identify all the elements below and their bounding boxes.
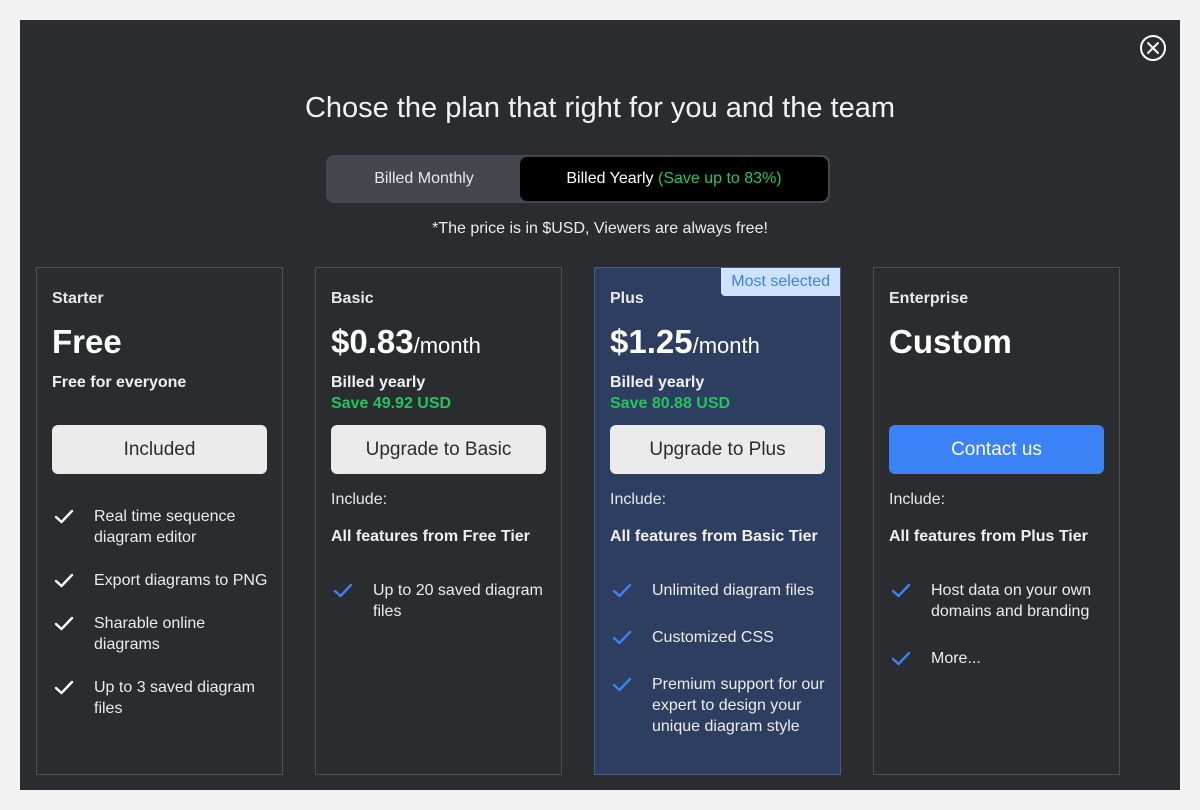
feature-list: Host data on your own domains and brandi… xyxy=(889,580,1109,695)
all-features-label: All features from Plus Tier xyxy=(889,528,1088,545)
contact-us-button[interactable]: Contact us xyxy=(889,425,1104,474)
check-icon xyxy=(612,630,632,645)
billed-monthly-label: Billed Monthly xyxy=(374,170,474,187)
check-icon xyxy=(612,677,632,692)
feature-item: Host data on your own domains and brandi… xyxy=(889,580,1109,622)
plan-tier: Basic xyxy=(331,290,374,307)
upgrade-to-basic-button[interactable]: Upgrade to Basic xyxy=(331,425,546,474)
check-icon xyxy=(54,616,74,631)
plan-card-plus: Most selected Plus $1.25/month Billed ye… xyxy=(594,267,841,775)
feature-text: Export diagrams to PNG xyxy=(94,572,268,589)
feature-item: Sharable online diagrams xyxy=(52,613,272,655)
check-icon xyxy=(333,583,353,598)
feature-text: More... xyxy=(931,650,981,667)
feature-text: Up to 20 saved diagram files xyxy=(373,582,543,620)
price-period: /month xyxy=(692,333,760,358)
feature-item: Customized CSS xyxy=(610,627,830,648)
plan-price: $0.83/month xyxy=(331,323,481,361)
include-label: Include: xyxy=(889,491,946,508)
upgrade-to-plus-button[interactable]: Upgrade to Plus xyxy=(610,425,825,474)
billed-yearly-text: Billed yearly xyxy=(331,374,426,391)
feature-item: Premium support for our expert to design… xyxy=(610,674,830,737)
feature-list: Up to 20 saved diagram files xyxy=(331,580,551,648)
plan-price: Custom xyxy=(889,323,1012,360)
all-features-label: All features from Free Tier xyxy=(331,528,530,545)
feature-text: Host data on your own domains and brandi… xyxy=(931,582,1092,620)
check-icon xyxy=(612,583,632,598)
feature-item: Export diagrams to PNG xyxy=(52,570,272,591)
billed-monthly-option[interactable]: Billed Monthly xyxy=(328,157,520,201)
most-selected-badge: Most selected xyxy=(721,268,840,296)
plan-tier: Plus xyxy=(610,290,644,307)
feature-list: Unlimited diagram files Customized CSS P… xyxy=(610,580,830,763)
plan-subtitle: Free for everyone xyxy=(52,374,187,391)
page-title: Chose the plan that right for you and th… xyxy=(304,92,896,124)
price-note: *The price is in $USD, Viewers are alway… xyxy=(432,220,768,237)
plan-card-enterprise: Enterprise Custom Contact us Include: Al… xyxy=(873,267,1120,775)
plan-tier: Starter xyxy=(52,290,104,307)
plan-price: Free xyxy=(52,323,122,360)
billing-toggle: Billed Monthly Billed Yearly (Save up to… xyxy=(326,155,830,203)
billed-yearly-option[interactable]: Billed Yearly (Save up to 83%) xyxy=(520,157,828,201)
check-icon xyxy=(891,651,911,666)
check-icon xyxy=(891,583,911,598)
feature-text: Up to 3 saved diagram files xyxy=(94,679,255,717)
feature-item: Real time sequence diagram editor xyxy=(52,506,272,548)
save-amount: Save 80.88 USD xyxy=(610,395,731,412)
check-icon xyxy=(54,509,74,524)
price-amount: $1.25 xyxy=(610,323,693,360)
include-label: Include: xyxy=(610,491,667,508)
feature-item[interactable]: More... xyxy=(889,648,1109,669)
billed-yearly-text: Billed yearly xyxy=(610,374,705,391)
feature-text: Unlimited diagram files xyxy=(652,582,814,599)
save-amount: Save 49.92 USD xyxy=(331,395,452,412)
close-button[interactable] xyxy=(1140,35,1166,61)
include-label: Include: xyxy=(331,491,388,508)
price-period: /month xyxy=(413,333,481,358)
all-features-label: All features from Basic Tier xyxy=(610,528,818,545)
feature-text: Real time sequence diagram editor xyxy=(94,508,236,546)
feature-item: Unlimited diagram files xyxy=(610,580,830,601)
feature-list: Real time sequence diagram editor Export… xyxy=(52,506,272,741)
plan-price: $1.25/month xyxy=(610,323,760,361)
feature-text: Premium support for our expert to design… xyxy=(652,676,825,735)
feature-item: Up to 20 saved diagram files xyxy=(331,580,551,622)
close-icon xyxy=(1147,42,1159,54)
price-amount: $0.83 xyxy=(331,323,414,360)
yearly-save-label: (Save up to 83%) xyxy=(658,170,782,187)
pricing-modal: Chose the plan that right for you and th… xyxy=(20,20,1180,790)
included-button[interactable]: Included xyxy=(52,425,267,474)
billed-yearly-label: Billed Yearly xyxy=(566,170,654,187)
check-icon xyxy=(54,680,74,695)
feature-text: Sharable online diagrams xyxy=(94,615,206,653)
plan-tier: Enterprise xyxy=(889,290,969,307)
check-icon xyxy=(54,573,74,588)
feature-item: Up to 3 saved diagram files xyxy=(52,677,272,719)
feature-text: Customized CSS xyxy=(652,629,774,646)
plan-card-basic: Basic $0.83/month Billed yearly Save 49.… xyxy=(315,267,562,775)
plan-card-starter: Starter Free Free for everyone Included … xyxy=(36,267,283,775)
